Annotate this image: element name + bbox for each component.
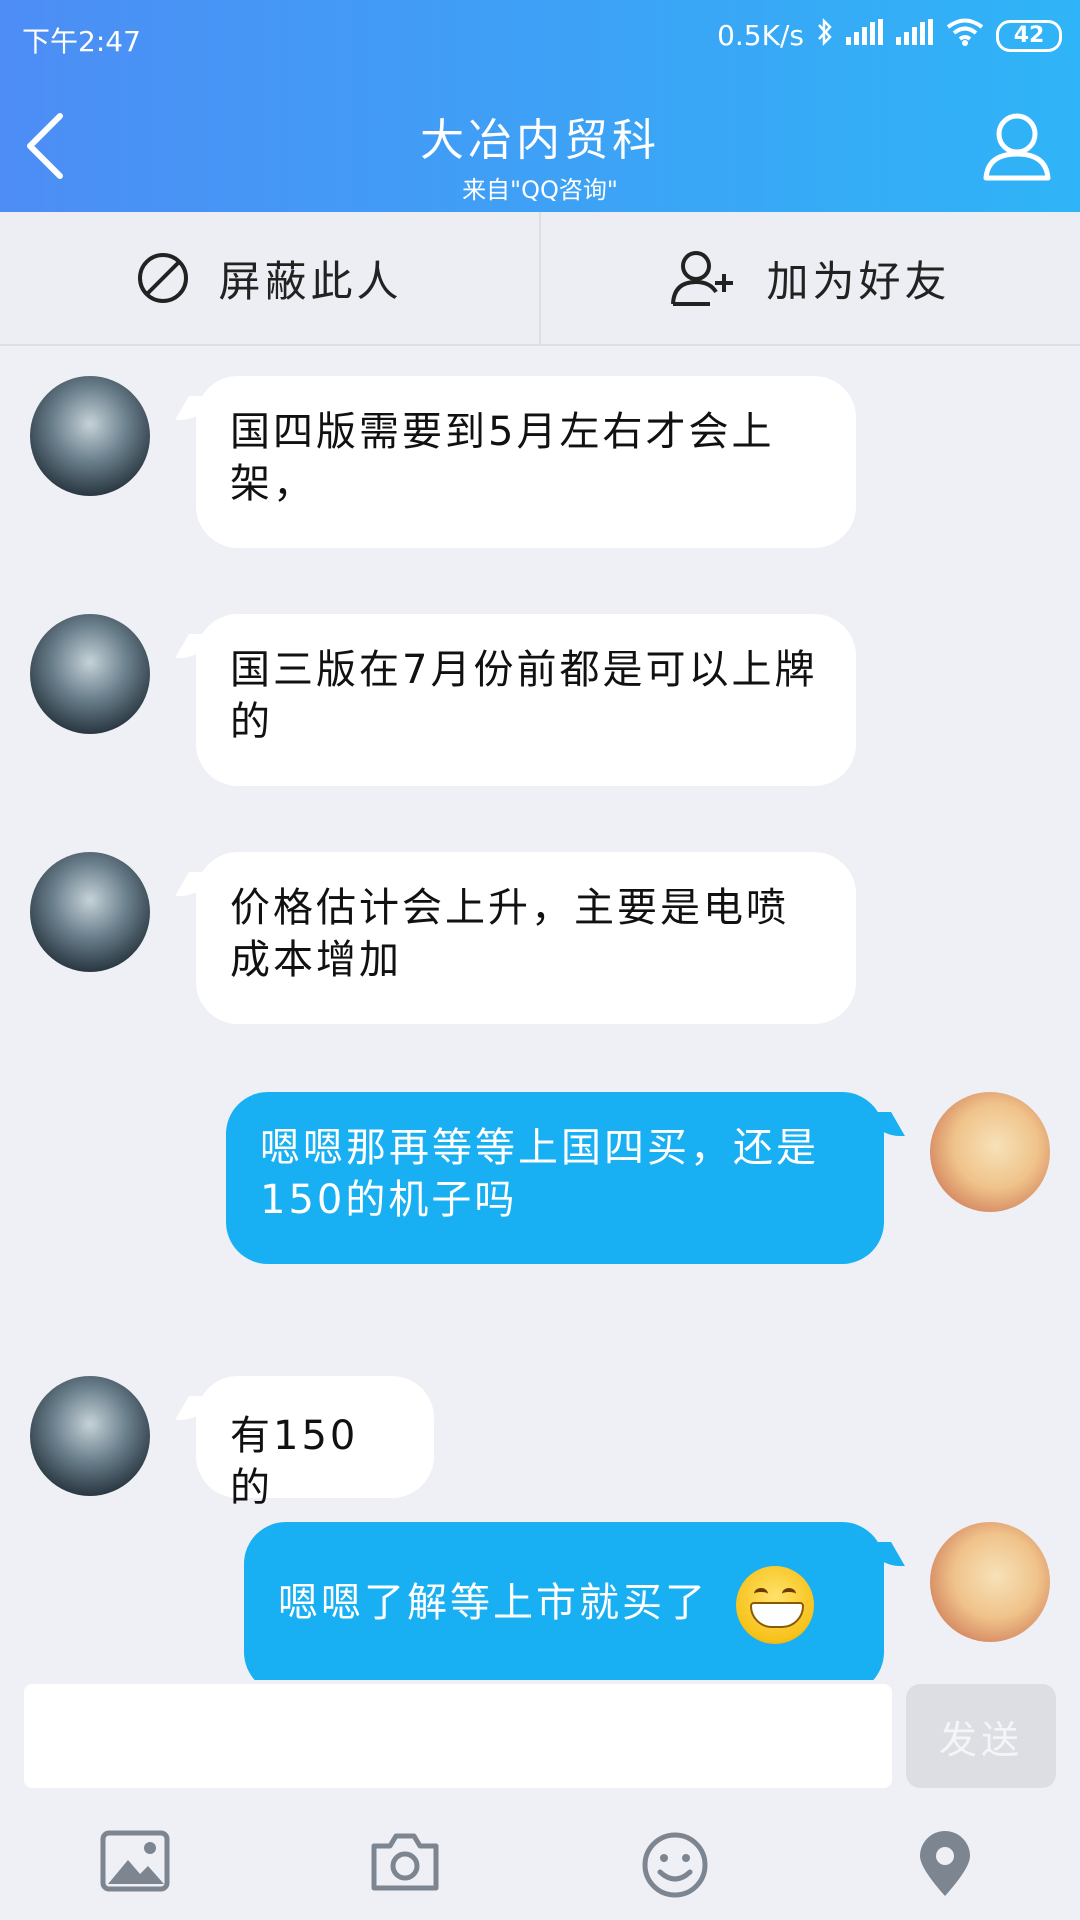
send-button[interactable]: 发送 (906, 1684, 1056, 1788)
grin-emoji-icon (735, 1566, 814, 1644)
status-right: 0.5K/s 42 (717, 17, 1062, 53)
block-user-label: 屏蔽此人 (218, 256, 403, 306)
bluetooth-icon (816, 17, 834, 53)
block-user-button[interactable]: 屏蔽此人 (0, 212, 539, 344)
image-button[interactable] (100, 1830, 170, 1900)
emoji-icon (642, 1832, 708, 1898)
location-icon (920, 1831, 970, 1896)
add-friend-button[interactable]: 加为好友 (539, 212, 1080, 344)
message-text: 嗯嗯了解等上市就买了 (278, 1580, 708, 1626)
composer-toolbar (0, 1800, 1080, 1920)
contact-avatar[interactable] (30, 852, 150, 972)
person-icon (983, 113, 1051, 181)
message-item: 国四版需要到5月左右才会上架， (0, 346, 1080, 548)
status-time: 下午2:47 (22, 25, 141, 58)
battery-indicator: 42 (996, 19, 1062, 52)
message-bubble[interactable]: 嗯嗯那再等等上国四买，还是150的机子吗 (226, 1092, 884, 1264)
add-friend-icon (671, 251, 734, 306)
message-item: 国三版在7月份前都是可以上牌的 (0, 586, 1080, 786)
message-bubble[interactable]: 有150的 (196, 1376, 434, 1511)
my-avatar[interactable] (930, 1522, 1050, 1642)
message-item: 嗯嗯那再等等上国四买，还是150的机子吗 (0, 1062, 1080, 1264)
message-bubble[interactable]: 国四版需要到5月左右才会上架， (196, 376, 856, 548)
profile-button[interactable] (982, 110, 1052, 182)
message-item: 有150的 (0, 1346, 1080, 1511)
location-button[interactable] (910, 1830, 980, 1900)
stranger-action-bar: 屏蔽此人 加为好友 (0, 212, 1080, 346)
chat-header: 下午2:47 0.5K/s 42 大冶内贸科 来自"QQ咨询" (0, 0, 1080, 212)
block-icon (138, 253, 189, 303)
message-list[interactable]: 国四版需要到5月左右才会上架， 国三版在7月份前都是可以上牌的 价格估计会上升，… (0, 346, 1080, 1680)
add-friend-label: 加为好友 (766, 256, 951, 306)
contact-avatar[interactable] (30, 614, 150, 734)
camera-icon (371, 1833, 439, 1891)
message-bubble[interactable]: 价格估计会上升，主要是电喷成本增加 (196, 852, 856, 1024)
message-bubble[interactable]: 嗯嗯了解等上市就买了 (244, 1522, 884, 1680)
message-input[interactable] (24, 1684, 892, 1788)
image-icon (100, 1830, 170, 1892)
page-subtitle: 来自"QQ咨询" (462, 176, 618, 204)
wifi-icon (946, 18, 984, 53)
contact-avatar[interactable] (30, 1376, 150, 1496)
status-bar: 下午2:47 0.5K/s 42 (0, 0, 1080, 74)
signal-icon (846, 19, 884, 52)
page-title: 大冶内贸科 (420, 115, 660, 166)
emoji-button[interactable] (640, 1830, 710, 1900)
composer: 发送 (0, 1680, 1080, 1800)
message-item: 价格估计会上升，主要是电喷成本增加 (0, 824, 1080, 1024)
chat-title-block: 大冶内贸科 来自"QQ咨询" (0, 104, 1080, 205)
contact-avatar[interactable] (30, 376, 150, 496)
signal-icon-2 (896, 19, 934, 52)
net-speed: 0.5K/s (717, 19, 804, 52)
message-bubble[interactable]: 国三版在7月份前都是可以上牌的 (196, 614, 856, 786)
camera-button[interactable] (370, 1830, 440, 1900)
message-item: 嗯嗯了解等上市就买了 (0, 1492, 1080, 1680)
my-avatar[interactable] (930, 1092, 1050, 1212)
